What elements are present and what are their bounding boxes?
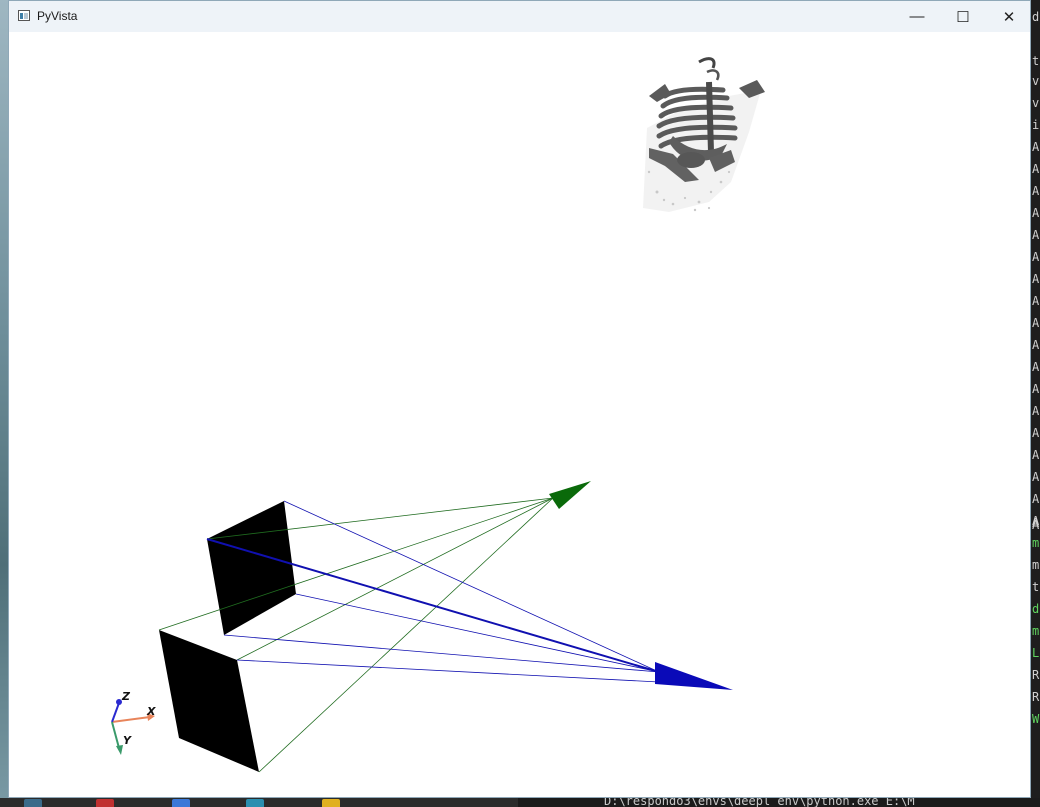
terminal-line: d xyxy=(1032,10,1040,24)
terminal-line: RE xyxy=(1032,690,1040,704)
y-axis-arrow-icon xyxy=(116,745,123,755)
terminal-line: LC xyxy=(1032,646,1040,660)
orientation-axes-widget: X Z Y xyxy=(111,690,156,755)
terminal-line: A xyxy=(1032,228,1040,242)
desktop-background xyxy=(0,0,8,807)
maximize-button[interactable]: ☐ xyxy=(940,1,986,32)
terminal-line: il xyxy=(1032,118,1040,132)
pyvista-window[interactable]: PyVista — ☐ ✕ X Z Y xyxy=(8,0,1031,798)
terminal-line: W xyxy=(1032,712,1040,726)
taskbar-app-icon[interactable] xyxy=(322,799,340,807)
terminal-line: m xyxy=(1032,624,1040,638)
terminal-line: A xyxy=(1032,360,1040,374)
image-plane-far xyxy=(207,501,296,635)
taskbar-app-icon[interactable] xyxy=(246,799,264,807)
terminal-line: A xyxy=(1032,426,1040,440)
minimize-button[interactable]: — xyxy=(894,1,940,32)
terminal-line: A xyxy=(1032,338,1040,352)
terminal-line: vs xyxy=(1032,96,1040,110)
terminal-line: A xyxy=(1032,492,1040,506)
terminal-line: m xyxy=(1032,558,1040,572)
terminal-line: A xyxy=(1032,162,1040,176)
terminal-line: th xyxy=(1032,580,1040,594)
taskbar-app-icon[interactable] xyxy=(172,799,190,807)
terminal-line: A xyxy=(1032,316,1040,330)
terminal-line: A xyxy=(1032,184,1040,198)
skeleton-volume-render xyxy=(643,57,765,212)
terminal-command-text: D:\respondo3\envs\deepl_env\python.exe E… xyxy=(604,798,915,807)
terminal-line: A xyxy=(1032,518,1040,532)
camera-cone-blue xyxy=(655,662,733,690)
terminal-command-line: D:\respondo3\envs\deepl_env\python.exe E… xyxy=(518,798,1040,807)
terminal-line: A xyxy=(1032,140,1040,154)
terminal-line: A xyxy=(1032,448,1040,462)
background-terminal-window[interactable]: d te vE vs il A A A A A A A A A A A A A … xyxy=(1031,0,1040,807)
taskbar-app-icon[interactable] xyxy=(24,799,42,807)
window-title: PyVista xyxy=(37,9,78,23)
image-plane-near xyxy=(159,630,259,772)
terminal-line: m xyxy=(1032,536,1040,550)
terminal-line: A xyxy=(1032,294,1040,308)
close-button[interactable]: ✕ xyxy=(986,1,1032,32)
title-bar[interactable]: PyVista — ☐ ✕ xyxy=(9,1,1030,32)
terminal-line: RE xyxy=(1032,668,1040,682)
terminal-line: A xyxy=(1032,404,1040,418)
z-axis-label: Z xyxy=(121,690,131,703)
app-icon xyxy=(18,10,30,21)
terminal-line: A xyxy=(1032,382,1040,396)
y-axis-label: Y xyxy=(123,734,132,747)
terminal-line: A xyxy=(1032,470,1040,484)
terminal-line: te xyxy=(1032,54,1040,68)
terminal-line: A xyxy=(1032,272,1040,286)
x-axis-label: X xyxy=(146,705,156,718)
scene-canvas[interactable]: X Z Y xyxy=(9,32,1030,797)
render-viewport[interactable]: X Z Y xyxy=(9,32,1030,797)
terminal-line: do xyxy=(1032,602,1040,616)
taskbar-app-icon[interactable] xyxy=(96,799,114,807)
terminal-line: vE xyxy=(1032,74,1040,88)
terminal-line: A xyxy=(1032,206,1040,220)
terminal-line: A xyxy=(1032,250,1040,264)
camera-cone-green xyxy=(549,481,591,509)
